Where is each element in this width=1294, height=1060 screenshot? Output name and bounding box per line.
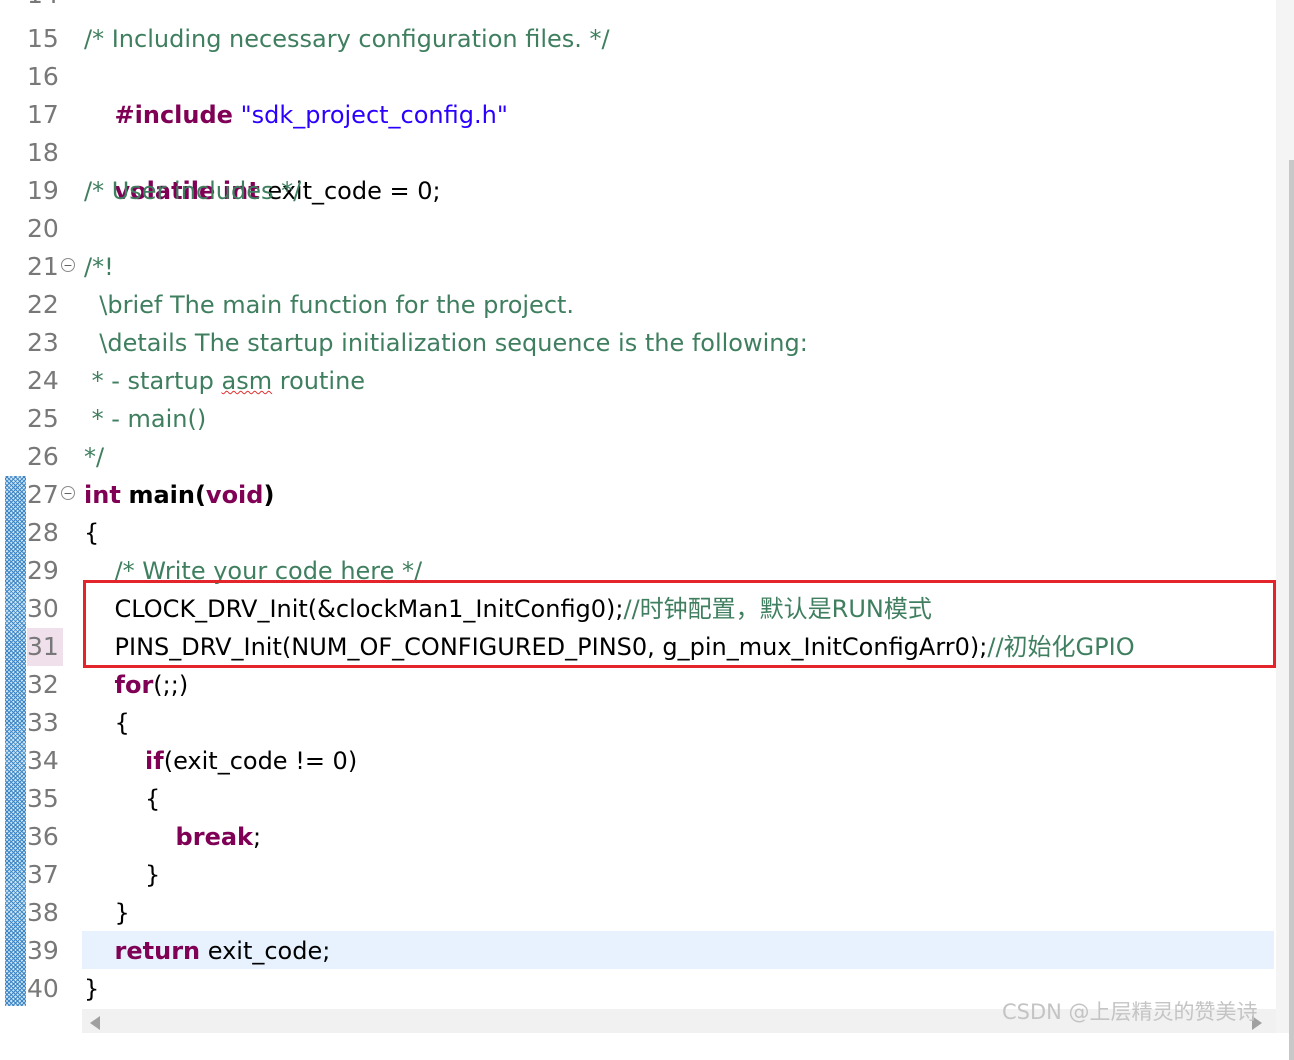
code-line[interactable]: } [84, 894, 130, 932]
keyword: for [114, 671, 154, 699]
code-line[interactable]: * - main() [84, 400, 207, 438]
code-line[interactable]: int main(void) [84, 476, 274, 514]
keyword: int [84, 481, 121, 509]
line-number: 15 [27, 24, 59, 53]
line-number: 36 [27, 822, 59, 851]
keyword: #include [114, 101, 233, 129]
code-editor[interactable]: 14 15 16 17 18 19 20 21 22 23 24 25 26 2… [0, 0, 1294, 1060]
line-number: 34 [27, 746, 59, 775]
comment-text: //初始化GPIO [987, 633, 1135, 661]
line-number: 32 [27, 670, 59, 699]
function-name: main( [128, 481, 206, 509]
line-number: 38 [27, 898, 59, 927]
code-line[interactable]: { [84, 704, 130, 742]
code-line[interactable]: CLOCK_DRV_Init(&clockMan1_InitConfig0);/… [84, 590, 932, 628]
code-line[interactable]: { [84, 514, 99, 552]
code-text: exit_code; [200, 937, 331, 965]
code-line[interactable]: \details The startup initialization sequ… [84, 324, 808, 362]
code-text: (;;) [153, 671, 189, 699]
code-line[interactable]: */ [84, 438, 104, 476]
comment-text: routine [272, 367, 366, 395]
line-number: 35 [27, 784, 59, 813]
vertical-scrollbar-thumb[interactable] [1289, 160, 1294, 1060]
line-number: 33 [27, 708, 59, 737]
line-number: 37 [27, 860, 59, 889]
comment-text: //时钟配置，默认是RUN模式 [623, 595, 932, 623]
code-line[interactable]: break; [84, 818, 262, 856]
code-line[interactable]: for(;;) [84, 666, 189, 704]
line-number: 30 [27, 594, 59, 623]
collapse-icon[interactable]: − [61, 258, 75, 272]
code-line[interactable]: return exit_code; [84, 932, 331, 970]
line-number: 25 [27, 404, 59, 433]
line-number: 22 [27, 290, 59, 319]
code-line[interactable]: * - startup asm routine [84, 362, 365, 400]
line-number: 23 [27, 328, 59, 357]
comment-text: * - startup [84, 367, 222, 395]
line-number: 27 [27, 480, 59, 509]
code-line[interactable]: if(exit_code != 0) [84, 742, 357, 780]
code-line[interactable]: } [84, 856, 160, 894]
line-number: 28 [27, 518, 59, 547]
keyword: return [114, 937, 201, 965]
code-text: ) [263, 481, 275, 509]
code-text: (exit_code != 0) [163, 747, 358, 775]
code-line[interactable]: \brief The main function for the project… [84, 286, 574, 324]
line-number: 19 [27, 176, 59, 205]
watermark: CSDN @上层精灵的赞美诗 [1002, 1000, 1258, 1024]
code-line[interactable]: } [84, 970, 99, 1008]
line-number: 16 [27, 62, 59, 91]
code-line[interactable]: /* Including necessary configuration fil… [84, 20, 610, 58]
line-number: 40 [27, 974, 59, 1003]
code-line[interactable]: PINS_DRV_Init(NUM_OF_CONFIGURED_PINS0, g… [84, 628, 1135, 666]
keyword: break [175, 823, 253, 851]
line-number: 18 [27, 138, 59, 167]
line-number: 24 [27, 366, 59, 395]
spelling-warning[interactable]: asm [222, 367, 273, 395]
line-number: 17 [27, 100, 59, 129]
code-text: CLOCK_DRV_Init(&clockMan1_InitConfig0); [84, 595, 624, 623]
line-number: 21 [27, 252, 59, 281]
code-line[interactable]: { [84, 780, 160, 818]
code-text: PINS_DRV_Init(NUM_OF_CONFIGURED_PINS0, g… [84, 633, 988, 661]
keyword: if [145, 747, 164, 775]
scroll-left-arrow-icon[interactable] [90, 1016, 100, 1030]
code-line[interactable]: /*! [84, 248, 114, 286]
line-number: 29 [27, 556, 59, 585]
line-number: 20 [27, 214, 59, 243]
code-line[interactable]: /* User includes */ [84, 172, 301, 210]
string-literal: "sdk_project_config.h" [240, 101, 508, 129]
line-number: 39 [27, 936, 59, 965]
collapse-icon[interactable]: − [61, 486, 75, 500]
code-line[interactable]: /* Write your code here */ [84, 552, 423, 590]
change-indicator-bar [5, 476, 26, 1006]
code-text: ; [253, 823, 262, 851]
line-number: 14 [27, 0, 63, 14]
keyword: void [205, 481, 264, 509]
line-number: 31 [27, 628, 63, 666]
line-number: 26 [27, 442, 59, 471]
